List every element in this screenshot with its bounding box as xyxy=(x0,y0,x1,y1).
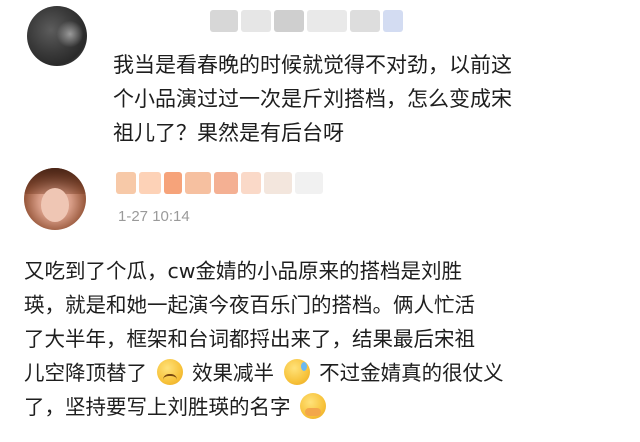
username-blur-block xyxy=(241,172,261,194)
comment-line: 祖儿了？果然是有后台呀 xyxy=(113,121,344,145)
comment-line: 个小品演过过一次是斤刘搭档，怎么变成宋 xyxy=(113,87,512,111)
comment-segment: 儿空降顶替了 xyxy=(24,361,147,385)
comment-line: 又吃到了个瓜，cw金婧的小品原来的搭档是刘胜 xyxy=(24,259,463,283)
username-blur-block xyxy=(383,10,403,32)
username-blur-block xyxy=(210,10,238,32)
username-blur-block xyxy=(241,10,271,32)
hug-face-emoji-icon xyxy=(300,393,327,419)
blurred-username[interactable] xyxy=(210,10,406,32)
username-blur-block xyxy=(116,172,136,194)
comment-line: 瑛，就是和她一起演今夜百乐门的搭档。俩人忙活 xyxy=(24,293,475,317)
sad-face-emoji-icon xyxy=(156,359,183,385)
comment-line: 儿空降顶替了 效果减半 不过金婧真的很仗义 xyxy=(24,356,504,390)
avatar-face xyxy=(41,188,69,222)
comment-segment: 效果减半 xyxy=(192,361,275,385)
comment-line: 我当是看春晚的时候就觉得不对劲，以前这 xyxy=(113,53,512,77)
username-blur-block xyxy=(185,172,211,194)
avatar-image xyxy=(57,20,83,48)
comment-line: 了，坚持要写上刘胜瑛的名字 xyxy=(24,390,504,424)
username-blur-block xyxy=(307,10,347,32)
username-blur-block xyxy=(264,172,292,194)
timestamp: 1-27 10:14 xyxy=(118,208,190,225)
username-blur-block xyxy=(164,172,182,194)
avatar[interactable] xyxy=(27,6,87,66)
blurred-username[interactable] xyxy=(116,172,326,194)
comment-segment: 了，坚持要写上刘胜瑛的名字 xyxy=(24,395,291,419)
username-blur-block xyxy=(350,10,380,32)
sweat-face-emoji-icon xyxy=(283,359,310,385)
username-blur-block xyxy=(274,10,304,32)
comment-line: 了大半年，框架和台词都捋出来了，结果最后宋祖 xyxy=(24,327,475,351)
username-blur-block xyxy=(295,172,323,194)
username-blur-block xyxy=(139,172,161,194)
avatar[interactable] xyxy=(24,168,86,230)
username-blur-block xyxy=(214,172,238,194)
comment-segment: 不过金婧真的很仗义 xyxy=(319,361,504,385)
comment-text: 我当是看春晚的时候就觉得不对劲，以前这 个小品演过过一次是斤刘搭档，怎么变成宋 … xyxy=(113,48,512,150)
comment-text: 又吃到了个瓜，cw金婧的小品原来的搭档是刘胜 瑛，就是和她一起演今夜百乐门的搭档… xyxy=(24,254,504,424)
